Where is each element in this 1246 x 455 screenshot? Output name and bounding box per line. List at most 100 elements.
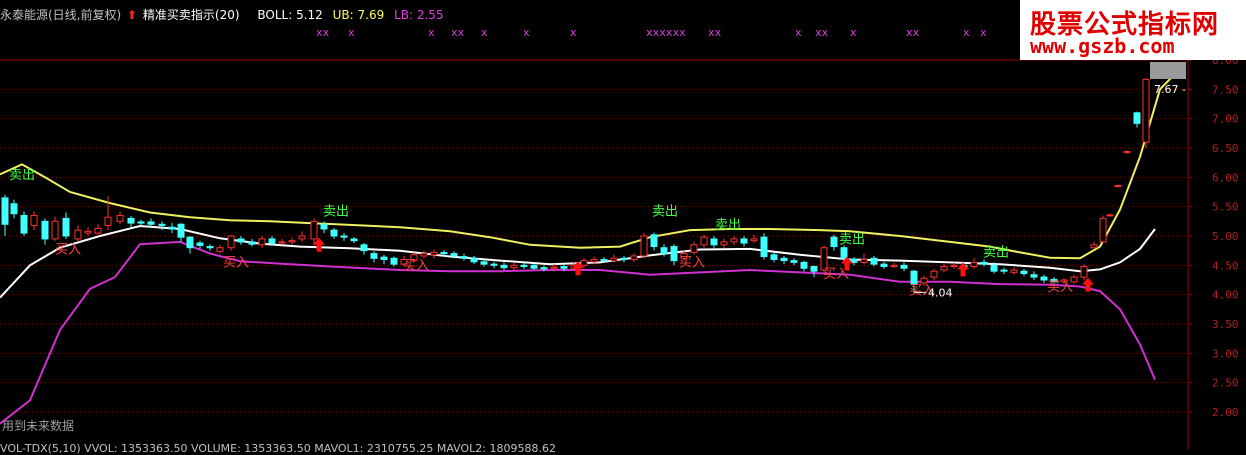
candle-up xyxy=(1114,185,1122,188)
candle-down xyxy=(62,217,70,237)
candle-up xyxy=(420,253,428,257)
buy-signal-label: 买入 xyxy=(223,256,249,271)
x-mark: x xyxy=(348,26,355,39)
future-data-warning: 用到未来数据 xyxy=(2,419,75,433)
candle-down xyxy=(168,226,176,230)
candle-down xyxy=(320,223,328,230)
x-mark: xx xyxy=(815,26,829,39)
candle-up xyxy=(288,240,296,243)
candle-down xyxy=(980,261,988,265)
candle-up xyxy=(940,266,948,271)
candle-down xyxy=(20,214,28,234)
candle-down xyxy=(830,236,838,248)
candle-down xyxy=(600,258,608,262)
candle-up xyxy=(580,260,588,266)
x-mark: x xyxy=(570,26,577,39)
ub-value: UB: 7.69 xyxy=(332,8,385,22)
sell-signal-label: 卖出 xyxy=(9,168,35,183)
candle-up xyxy=(84,230,92,234)
candle-down xyxy=(670,246,678,262)
candle-down xyxy=(1000,269,1008,272)
candle-down xyxy=(1030,274,1038,278)
candle-up xyxy=(700,236,708,246)
x-mark: x xyxy=(481,26,488,39)
candle-up xyxy=(950,264,958,268)
x-mark: x xyxy=(795,26,802,39)
price-axis: 8.007.507.006.506.005.505.004.504.003.50… xyxy=(1188,54,1239,419)
candle-up xyxy=(1142,78,1150,143)
tick-label: 7.00 xyxy=(1212,113,1239,126)
candle-down xyxy=(740,238,748,244)
candle-down xyxy=(237,238,245,243)
candle-up xyxy=(30,214,38,226)
buy-signal-label: 买入 xyxy=(679,256,705,271)
candle-up xyxy=(930,270,938,278)
tick-label: 6.50 xyxy=(1212,142,1239,155)
candle-down xyxy=(490,263,498,266)
candle-down xyxy=(560,266,568,269)
buy-signal-label: 买入 xyxy=(403,258,429,273)
candle-down xyxy=(340,235,348,238)
candle-down xyxy=(268,238,276,244)
candle-up xyxy=(1123,151,1131,154)
candle-up xyxy=(720,241,728,246)
upper-band-line xyxy=(0,68,1181,260)
chart-header: 永泰能源(日线,前复权) ⬆ 精准买卖指示(20) BOLL: 5.12 UB:… xyxy=(0,6,446,22)
candle-up xyxy=(860,258,868,263)
candle-down xyxy=(147,221,155,225)
buy-signal-label: 买入 xyxy=(55,243,81,258)
candle-up xyxy=(1106,214,1114,217)
candle-up xyxy=(74,229,82,240)
candle-down xyxy=(480,261,488,265)
x-marks-row: xx x x xx x x x xxxxxx xx x xx x xx x x xyxy=(316,26,987,39)
candle-down xyxy=(206,246,214,249)
boll-value: BOLL: 5.12 xyxy=(257,8,323,22)
buy-signal-label: 买入 xyxy=(1047,280,1073,295)
candle-up xyxy=(590,258,598,263)
tick-label: 6.00 xyxy=(1212,171,1239,184)
current-price-box xyxy=(1150,62,1186,79)
candle-down xyxy=(1020,270,1028,275)
candle-up xyxy=(690,244,698,253)
candle-up xyxy=(104,216,112,226)
candle-up xyxy=(610,257,618,262)
x-mark: xx xyxy=(316,26,330,39)
candle-up xyxy=(298,235,306,240)
candle-down xyxy=(790,260,798,263)
tick-label: 4.00 xyxy=(1212,289,1239,302)
candle-up xyxy=(310,220,318,240)
candle-up xyxy=(750,238,758,242)
candle-down xyxy=(177,223,185,238)
up-arrow-icon: ⬆ xyxy=(127,8,138,22)
x-mark: xx xyxy=(708,26,722,39)
x-mark: x xyxy=(980,26,987,39)
sell-signal-label: 卖出 xyxy=(839,233,865,248)
candle-up xyxy=(1080,266,1088,278)
candle-down xyxy=(1133,112,1141,124)
signal-labels: 卖出卖出 卖出卖出卖出卖出买入买入 买入 买入买入买入 买入4.047.67 - xyxy=(9,62,1186,299)
candle-up xyxy=(640,235,648,257)
current-price-label: 7.67 - xyxy=(1154,83,1186,96)
candle-up xyxy=(1010,269,1018,273)
sell-signal-label: 卖出 xyxy=(983,246,1009,261)
candle-up xyxy=(216,247,224,252)
candlestick-chart: xx x x xx x x x xxxxxx xx x xx x xx x x 卖出卖出 卖出卖出卖出卖出买入… xyxy=(0,26,1239,450)
candle-down xyxy=(10,203,18,215)
candle-up xyxy=(730,238,738,243)
candle-up xyxy=(550,266,558,269)
candle-down xyxy=(186,236,194,249)
tick-label: 5.50 xyxy=(1212,201,1239,214)
candle-down xyxy=(380,256,388,260)
candle-up xyxy=(116,214,124,222)
candle-down xyxy=(440,251,448,255)
candle-down xyxy=(390,257,398,265)
candles xyxy=(1,78,1150,293)
lb-value: LB: 2.55 xyxy=(394,8,444,22)
candle-down xyxy=(470,257,478,263)
candle-up xyxy=(510,264,518,269)
x-mark: x xyxy=(963,26,970,39)
candle-down xyxy=(450,253,458,257)
candle-up xyxy=(1090,244,1098,249)
candle-down xyxy=(520,264,528,268)
candle-up xyxy=(94,227,102,234)
